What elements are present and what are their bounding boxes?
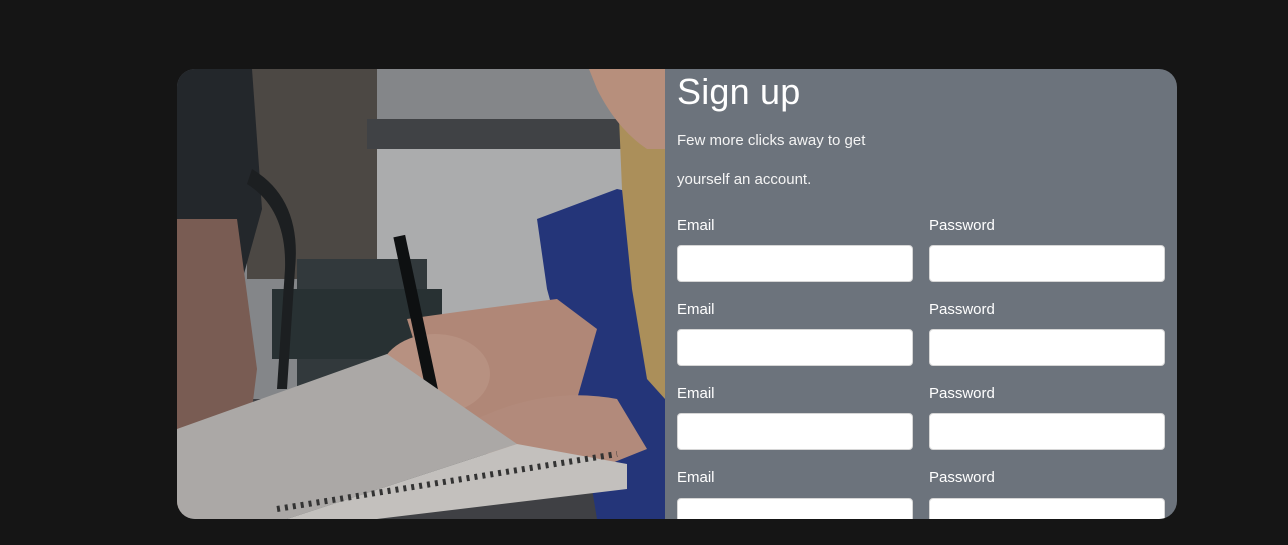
password-field[interactable] — [929, 329, 1165, 366]
password-field[interactable] — [929, 498, 1165, 519]
email-field[interactable] — [677, 245, 913, 282]
email-label: Email — [677, 385, 715, 402]
email-label: Email — [677, 469, 715, 486]
signup-subtitle: Few more clicks away to get yourself an … — [677, 132, 866, 188]
password-field[interactable] — [929, 245, 1165, 282]
signup-form: Sign up Few more clicks away to get your… — [665, 69, 1177, 519]
email-label: Email — [677, 301, 715, 318]
email-label: Email — [677, 217, 715, 234]
signup-card: Sign up Few more clicks away to get your… — [177, 69, 1177, 519]
password-label: Password — [929, 301, 995, 318]
email-field[interactable] — [677, 329, 913, 366]
password-label: Password — [929, 469, 995, 486]
password-label: Password — [929, 385, 995, 402]
page-title: Sign up — [677, 71, 801, 112]
hero-photo — [177, 69, 665, 519]
email-field[interactable] — [677, 498, 913, 519]
photo-person-writing-icon — [177, 69, 665, 519]
password-field[interactable] — [929, 413, 1165, 450]
password-label: Password — [929, 217, 995, 234]
email-field[interactable] — [677, 413, 913, 450]
